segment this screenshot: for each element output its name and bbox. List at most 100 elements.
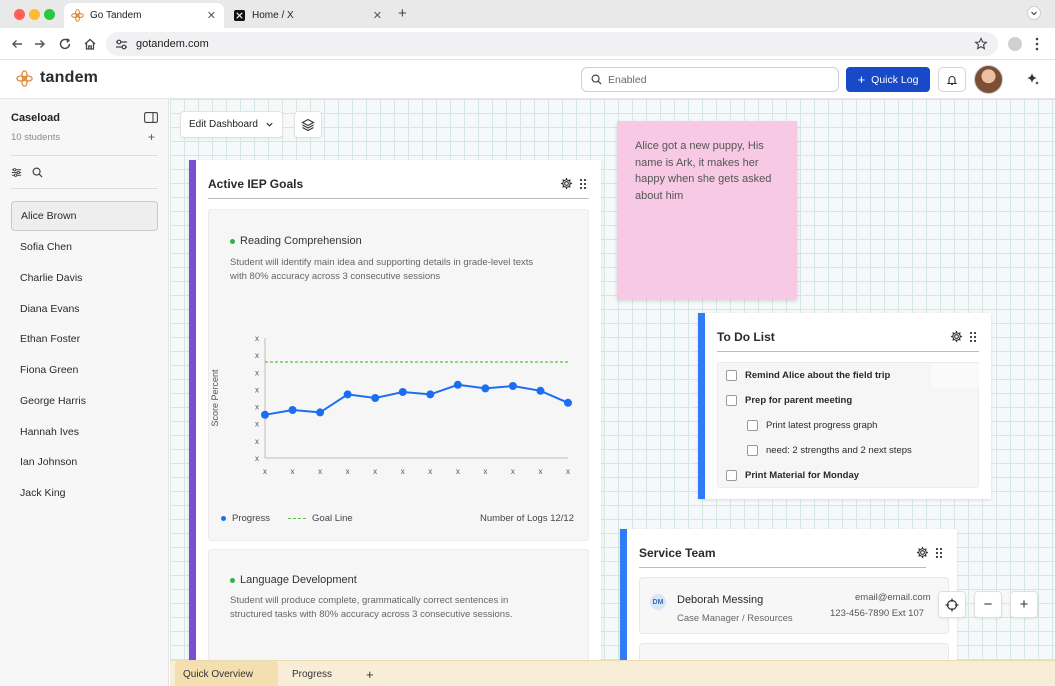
todo-subitem[interactable]: Print latest progress graph [747,420,877,431]
back-arrow-icon[interactable] [10,37,24,51]
address-url: gotandem.com [136,38,209,50]
goal-description: Student will produce complete, grammatic… [230,594,512,622]
gear-icon[interactable] [916,546,929,559]
add-tab-button[interactable]: + [366,661,374,686]
home-icon[interactable] [83,37,97,51]
address-bar[interactable]: gotandem.com [106,32,998,56]
forward-arrow-icon[interactable] [33,37,47,51]
student-item-sofia-chen[interactable]: Sofia Chen [11,232,158,262]
recenter-button[interactable] [938,591,966,618]
todo-text: Remind Alice about the field trip [745,370,891,381]
todo-item[interactable]: Prep for parent meeting [726,395,852,406]
x-tick-label: x [263,467,267,476]
legend-goal-swatch [288,518,307,519]
member-name: Deborah Messing [677,594,764,606]
quick-log-button[interactable]: + Quick Log [846,67,930,92]
minimize-window-button[interactable] [29,9,40,20]
layers-button[interactable] [294,111,322,138]
dashboard-canvas[interactable]: Edit Dashboard Active IEP Goals Reading … [170,99,1055,660]
student-item-charlie-davis[interactable]: Charlie Davis [11,263,158,293]
app-header: tandem Enabled + Quick Log [0,60,1055,99]
edit-dashboard-button[interactable]: Edit Dashboard [180,111,283,138]
student-item-fiona-green[interactable]: Fiona Green [11,355,158,385]
zoom-out-button[interactable]: − [974,591,1002,618]
drag-handle-icon[interactable] [935,547,943,559]
caseload-title: Caseload [11,112,60,124]
notifications-button[interactable] [938,67,966,92]
tandem-favicon-icon [70,9,84,23]
sidebar-toggle-icon[interactable] [144,112,158,123]
search-icon[interactable] [32,167,43,178]
tab-progress[interactable]: Progress [292,661,332,686]
browser-menu-icon[interactable] [1034,36,1040,52]
todo-item[interactable]: Remind Alice about the field trip [726,370,890,381]
student-name: Jack King [20,487,66,499]
filter-icon[interactable] [11,167,22,178]
card-accent [698,313,705,499]
gear-icon[interactable] [560,177,573,190]
user-avatar[interactable] [974,65,1003,94]
checkbox[interactable] [747,445,758,456]
goal-desc-line: Student will identify main idea and supp… [230,257,534,268]
checkbox[interactable] [747,420,758,431]
gear-icon[interactable] [950,330,963,343]
sticky-note[interactable]: Alice got a new puppy, His name is Ark, … [617,121,797,299]
checkbox[interactable] [726,470,737,481]
checkbox[interactable] [726,370,737,381]
close-tab-icon[interactable]: ✕ [373,9,382,22]
todo-text: need: 2 strengths and 2 next steps [766,445,912,456]
student-item-ethan-foster[interactable]: Ethan Foster [11,324,158,354]
y-tick-label: x [255,385,259,394]
reload-icon[interactable] [58,37,72,51]
ai-sparkle-icon[interactable] [1026,72,1040,86]
todo-item[interactable]: Print Material for Monday [726,470,859,481]
quick-log-label: Quick Log [871,73,919,86]
x-tick-label: x [428,467,432,476]
drag-handle-icon[interactable] [579,178,587,190]
chevron-down-icon [266,122,273,127]
search-input[interactable]: Enabled [581,67,839,92]
close-tab-icon[interactable]: ✕ [207,9,216,22]
student-item-jack-king[interactable]: Jack King [11,478,158,508]
bookmark-star-icon[interactable] [974,37,988,51]
drag-handle-icon[interactable] [969,331,977,343]
bell-icon [946,75,958,85]
browser-profile-avatar[interactable] [1008,37,1022,51]
tab-quick-overview[interactable]: Quick Overview [175,661,278,686]
search-icon [591,74,602,85]
student-item-ian-johnson[interactable]: Ian Johnson [11,447,158,477]
student-name: Ethan Foster [20,333,81,345]
tandem-logo[interactable]: tandem [16,69,98,87]
y-tick-label: x [255,420,259,429]
browser-tab-x[interactable]: Home / X ✕ [226,3,390,28]
goal-desc-line: with 80% accuracy across 3 consecutive s… [230,271,441,282]
zoom-in-button[interactable]: + [1010,591,1038,618]
member-email[interactable]: email@email.com [855,592,931,603]
student-item-george-harris[interactable]: George Harris [11,386,158,416]
progress-point [316,408,325,417]
team-member[interactable] [639,643,949,660]
student-item-alice-brown[interactable]: Alice Brown [11,201,158,231]
checkbox[interactable] [726,395,737,406]
x-tick-label: x [538,467,542,476]
close-window-button[interactable] [14,9,25,20]
member-phone[interactable]: 123-456-7890 Ext 107 [830,608,924,619]
maximize-window-button[interactable] [44,9,55,20]
tab-list-chevron-icon[interactable] [1027,6,1041,20]
student-item-hannah-ives[interactable]: Hannah Ives [11,417,158,447]
student-item-diana-evans[interactable]: Diana Evans [11,294,158,324]
goal-reading-comprehension[interactable]: Reading Comprehension Student will ident… [208,209,589,541]
site-settings-icon[interactable] [115,38,128,51]
x-tick-label: x [401,467,405,476]
progress-point [343,390,352,399]
search-placeholder: Enabled [608,73,647,86]
new-tab-button[interactable]: + [398,5,407,22]
progress-series-line [264,383,569,416]
team-member-deborah-messing[interactable]: DM Deborah Messing Case Manager / Resour… [639,577,949,634]
todo-subitem[interactable]: need: 2 strengths and 2 next steps [747,445,912,456]
goal-language-development[interactable]: Language Development Student will produc… [208,549,589,660]
add-student-button[interactable]: + [148,130,155,144]
browser-tab-go-tandem[interactable]: Go Tandem ✕ [64,3,224,28]
student-name: George Harris [20,395,86,407]
minus-icon: − [983,596,993,613]
